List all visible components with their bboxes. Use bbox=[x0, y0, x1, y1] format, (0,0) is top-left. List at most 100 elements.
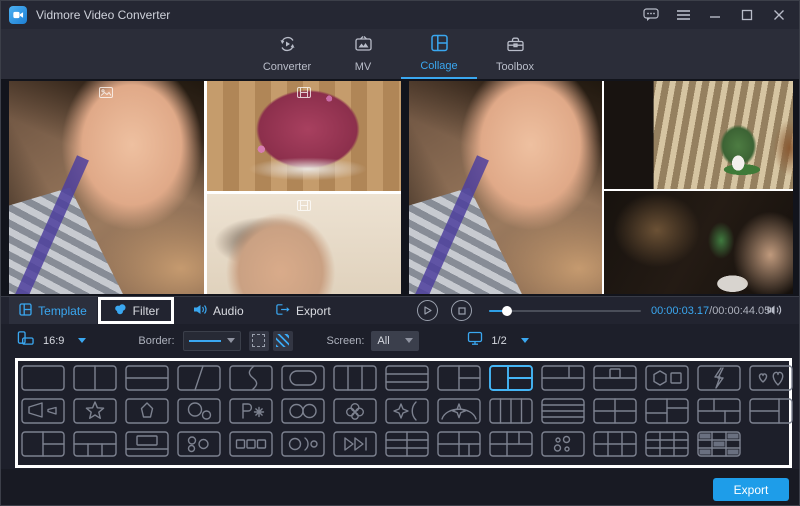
template-option-diagonal[interactable] bbox=[177, 365, 221, 391]
template-option-col-right-rows[interactable] bbox=[21, 431, 65, 457]
nav-item-mv[interactable]: MV bbox=[325, 29, 401, 79]
template-option-star[interactable] bbox=[73, 398, 117, 424]
menu-icon[interactable] bbox=[675, 7, 691, 23]
collage-editor-pane[interactable] bbox=[9, 81, 401, 294]
border-style-dropdown[interactable] bbox=[183, 331, 241, 351]
nav-label: Toolbox bbox=[496, 61, 534, 73]
template-option-hex-square[interactable] bbox=[645, 365, 689, 391]
minimize-icon[interactable] bbox=[707, 7, 723, 23]
app-window: Vidmore Video Converter Converter MV Colla… bbox=[0, 0, 800, 506]
tab-export-label: Export bbox=[296, 304, 331, 318]
aspect-ratio-caret[interactable] bbox=[78, 338, 86, 343]
nav-item-collage[interactable]: Collage bbox=[401, 29, 477, 79]
template-option-cols-4[interactable] bbox=[489, 398, 533, 424]
template-option-grid-2x2[interactable] bbox=[593, 398, 637, 424]
template-option-grid-3x2[interactable] bbox=[593, 431, 637, 457]
template-option-grid-quad-a[interactable] bbox=[437, 431, 481, 457]
template-icon bbox=[19, 303, 32, 319]
template-option-clover[interactable] bbox=[333, 398, 377, 424]
export-button[interactable]: Export bbox=[713, 478, 789, 501]
screen-label: Screen: bbox=[327, 335, 365, 347]
title-bar: Vidmore Video Converter bbox=[1, 1, 800, 29]
template-option-cols-3[interactable] bbox=[333, 365, 377, 391]
template-option-rounded-inner[interactable] bbox=[281, 365, 325, 391]
template-option-circles-3[interactable] bbox=[177, 431, 221, 457]
border-label: Border: bbox=[138, 335, 174, 347]
collage-cell-birthday-cake[interactable] bbox=[207, 81, 401, 191]
tab-template[interactable]: Template bbox=[9, 297, 97, 324]
tab-export[interactable]: Export bbox=[275, 297, 331, 324]
template-option-circles-Oo[interactable] bbox=[177, 398, 221, 424]
stop-button[interactable] bbox=[451, 300, 472, 321]
app-logo-icon bbox=[9, 6, 27, 24]
volume-icon[interactable] bbox=[767, 303, 783, 322]
maximize-icon[interactable] bbox=[739, 7, 755, 23]
template-option-hearts[interactable] bbox=[749, 365, 793, 391]
template-option-star-bracket[interactable] bbox=[385, 398, 429, 424]
nav-item-toolbox[interactable]: Toolbox bbox=[477, 29, 553, 79]
tab-audio[interactable]: Audio bbox=[193, 297, 244, 324]
template-option-grid-dense[interactable] bbox=[697, 431, 741, 457]
export-tab-icon bbox=[275, 303, 290, 319]
template-option-cols-2[interactable] bbox=[73, 365, 117, 391]
template-option-grid-quad-b[interactable] bbox=[489, 431, 533, 457]
template-option-grid-3x3[interactable] bbox=[645, 431, 689, 457]
template-option-arc-star[interactable] bbox=[437, 398, 481, 424]
template-option-bolt[interactable] bbox=[697, 365, 741, 391]
border-dashed-button[interactable] bbox=[249, 331, 269, 351]
screen-dropdown[interactable]: All bbox=[371, 331, 419, 351]
template-option-single[interactable] bbox=[21, 365, 65, 391]
main-nav: Converter MV Collage Toolbox bbox=[1, 29, 800, 79]
template-option-top-right-split[interactable] bbox=[541, 365, 585, 391]
film-icon bbox=[297, 85, 311, 103]
nav-label: Converter bbox=[263, 61, 311, 73]
tab-audio-label: Audio bbox=[213, 304, 244, 318]
close-icon[interactable] bbox=[771, 7, 787, 23]
template-option-p-gear[interactable] bbox=[229, 398, 273, 424]
tab-filter[interactable]: Filter bbox=[98, 297, 174, 324]
template-option-grid-2x2-b[interactable] bbox=[697, 398, 741, 424]
progress-knob[interactable] bbox=[502, 306, 512, 316]
template-option-rows-4[interactable] bbox=[541, 398, 585, 424]
current-time: 00:00:03.17 bbox=[651, 305, 709, 317]
template-option-wave[interactable] bbox=[229, 365, 273, 391]
template-option-col-right-rows[interactable] bbox=[437, 365, 481, 391]
template-option-pentagon[interactable] bbox=[125, 398, 169, 424]
playback-time: 00:00:03.17/00:00:44.05 bbox=[651, 305, 770, 317]
collage-cell-girl-portrait[interactable] bbox=[9, 81, 204, 294]
feedback-icon[interactable] bbox=[643, 7, 659, 23]
template-option-grid-2x2-a[interactable] bbox=[645, 398, 689, 424]
template-option-megaphone[interactable] bbox=[21, 398, 65, 424]
bottom-bar: Export bbox=[1, 469, 800, 506]
template-option-left-main-right-rows-selected[interactable] bbox=[489, 365, 533, 391]
template-option-dots[interactable] bbox=[541, 431, 585, 457]
toolbox-icon bbox=[506, 35, 525, 58]
border-pattern-button[interactable] bbox=[273, 331, 293, 351]
play-button[interactable] bbox=[417, 300, 438, 321]
tab-template-label: Template bbox=[38, 304, 87, 318]
template-option-circle-arc[interactable] bbox=[281, 431, 325, 457]
template-option-grid-2x3[interactable] bbox=[385, 431, 429, 457]
template-option-top-bottom-cols3[interactable] bbox=[73, 431, 117, 457]
template-option-rows-2[interactable] bbox=[125, 365, 169, 391]
template-option-play-arrows[interactable] bbox=[333, 431, 377, 457]
converter-icon bbox=[278, 35, 297, 58]
mv-icon bbox=[354, 35, 373, 58]
aspect-ratio-value: 16:9 bbox=[43, 335, 64, 347]
template-option-rows-3[interactable] bbox=[385, 365, 429, 391]
nav-item-converter[interactable]: Converter bbox=[249, 29, 325, 79]
template-option-circles-OO[interactable] bbox=[281, 398, 325, 424]
progress-slider[interactable] bbox=[489, 310, 641, 312]
template-row bbox=[21, 398, 786, 424]
aspect-ratio-icon[interactable] bbox=[17, 330, 34, 351]
preview-cell-dark-room bbox=[604, 191, 793, 294]
page-caret[interactable] bbox=[521, 338, 529, 343]
preview-cell-girl-portrait bbox=[409, 81, 602, 294]
nav-label: MV bbox=[355, 61, 372, 73]
template-option-rows-right-col[interactable] bbox=[749, 398, 793, 424]
collage-cell-webcam-girl[interactable] bbox=[207, 194, 401, 294]
template-option-pip-top[interactable] bbox=[593, 365, 637, 391]
template-option-squares-3[interactable] bbox=[229, 431, 273, 457]
film-icon bbox=[297, 198, 311, 216]
template-option-top-inset[interactable] bbox=[125, 431, 169, 457]
